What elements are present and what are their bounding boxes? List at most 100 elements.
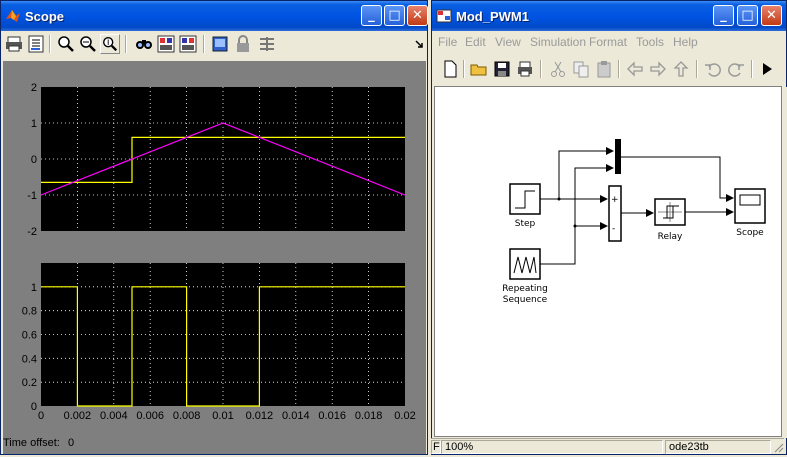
toolbar-separator [696, 60, 698, 78]
y-tick-label: 1 [31, 282, 37, 294]
sum-plus-sign: + [611, 195, 619, 205]
redo-icon[interactable] [726, 59, 746, 79]
undo-icon[interactable] [703, 59, 723, 79]
model-menu-bar: File Edit View Simulation Format Tools H… [432, 31, 786, 53]
simulink-model-icon [436, 9, 452, 23]
menu-view[interactable]: View [495, 35, 521, 49]
zoom-icon[interactable] [56, 34, 76, 54]
model-toolbar [432, 56, 786, 82]
close-icon: ✕ [766, 8, 777, 23]
toolbar-separator [125, 35, 127, 53]
y-tick-label: 2 [31, 82, 37, 94]
status-solver: ode23tb [665, 440, 771, 454]
y-tick-label: -1 [27, 190, 37, 202]
minimize-button[interactable]: _ [361, 5, 382, 26]
maximize-button[interactable]: □ [737, 5, 758, 26]
paste-icon[interactable] [594, 59, 614, 79]
zoom-x-icon[interactable] [78, 34, 98, 54]
step-block[interactable] [509, 183, 541, 215]
dock-arrow-icon[interactable] [414, 39, 424, 49]
y-tick-label: 0 [31, 154, 37, 166]
restore-axes-icon[interactable] [178, 34, 198, 54]
y-tick-label: 0 [31, 401, 37, 413]
branch-point [573, 224, 577, 228]
scope-block[interactable] [734, 188, 766, 224]
repeating-sequence-label-2: Sequence [503, 295, 548, 305]
run-icon[interactable] [757, 59, 777, 79]
x-tick-label: 0.006 [136, 410, 164, 422]
minimize-icon: _ [720, 8, 727, 23]
y-tick-label: 1 [31, 118, 37, 130]
x-tick-label: 0.012 [246, 410, 274, 422]
signal-lines [540, 147, 734, 265]
menu-help[interactable]: Help [673, 35, 698, 49]
print-icon[interactable] [515, 59, 535, 79]
parameters-icon[interactable] [26, 34, 46, 54]
autoscale-icon[interactable] [134, 34, 154, 54]
menu-simulation[interactable]: Simulation [530, 35, 586, 49]
axes-2-background [41, 263, 405, 406]
toolbar-separator [463, 60, 465, 78]
save-icon[interactable] [492, 59, 512, 79]
up-icon[interactable] [671, 59, 691, 79]
model-title-bar[interactable]: Mod_PWM1 _ □ ✕ [432, 1, 786, 31]
repeating-sequence-block[interactable] [509, 248, 541, 280]
toolbar-separator [203, 35, 205, 53]
print-icon[interactable] [4, 34, 24, 54]
x-tick-label: 0.008 [173, 410, 201, 422]
x-tick-label: 0.004 [100, 410, 128, 422]
model-canvas[interactable]: Step Repeating Sequence + - Relay Scope [434, 86, 782, 437]
x-tick-label: 0.02 [394, 410, 415, 422]
new-icon[interactable] [440, 59, 460, 79]
open-icon[interactable] [469, 59, 489, 79]
signal-selection-icon[interactable] [257, 34, 277, 54]
scope-plot-area: 2 1 0 -1 -2 1 0.8 0.6 0.4 0.2 0 0 0.002 0.004 0.006 0.0… [3, 61, 426, 454]
sum-minus-sign: - [612, 224, 615, 234]
scope-plots: 210-1-210.80.60.40.200 0.002 0.004 0.006 0.0… [22, 82, 416, 422]
repeating-sequence-label-1: Repeating [502, 284, 548, 294]
zoom-y-icon[interactable] [100, 34, 120, 54]
x-tick-label: 0 [38, 410, 44, 422]
scope-window-title: Scope [25, 9, 65, 24]
scope-title-bar[interactable]: Scope _ □ ✕ [1, 1, 428, 31]
y-tick-label: 0.8 [22, 306, 37, 318]
mux-block[interactable] [615, 139, 621, 174]
model-status-bar: F 100% ode23tb [431, 438, 784, 454]
close-button[interactable]: ✕ [407, 5, 428, 26]
status-left: F [431, 440, 441, 454]
x-tick-label: 0.016 [318, 410, 346, 422]
step-label: Step [515, 219, 536, 229]
maximize-icon: □ [741, 8, 754, 23]
minimize-icon: _ [368, 8, 375, 23]
minimize-button[interactable]: _ [713, 5, 734, 26]
y-tick-label: 0.2 [22, 377, 37, 389]
forward-icon[interactable] [648, 59, 668, 79]
matlab-icon [6, 10, 20, 22]
back-icon[interactable] [625, 59, 645, 79]
cut-icon[interactable] [548, 59, 568, 79]
menu-file[interactable]: File [438, 35, 457, 49]
scope-label: Scope [736, 228, 764, 238]
scope-toolbar [1, 31, 427, 57]
menu-edit[interactable]: Edit [465, 35, 486, 49]
lock-icon[interactable] [233, 34, 253, 54]
toolbar-separator [49, 35, 51, 53]
branch-point [557, 197, 561, 201]
resize-grip-icon[interactable] [772, 441, 784, 453]
save-axes-icon[interactable] [156, 34, 176, 54]
close-icon: ✕ [412, 8, 423, 23]
floating-scope-icon[interactable] [210, 34, 230, 54]
x-tick-label: 0.01 [212, 410, 233, 422]
maximize-icon: □ [388, 8, 401, 23]
relay-block[interactable] [654, 198, 686, 226]
toolbar-separator [540, 60, 542, 78]
time-offset-label: Time offset: [3, 437, 60, 449]
menu-format[interactable]: Format [589, 35, 627, 49]
vertical-scrollbar[interactable] [783, 87, 787, 438]
maximize-button[interactable]: □ [384, 5, 405, 26]
x-tick-label: 0.014 [282, 410, 310, 422]
menu-tools[interactable]: Tools [636, 35, 664, 49]
model-window-title: Mod_PWM1 [456, 9, 529, 24]
copy-icon[interactable] [571, 59, 591, 79]
close-button[interactable]: ✕ [761, 5, 782, 26]
